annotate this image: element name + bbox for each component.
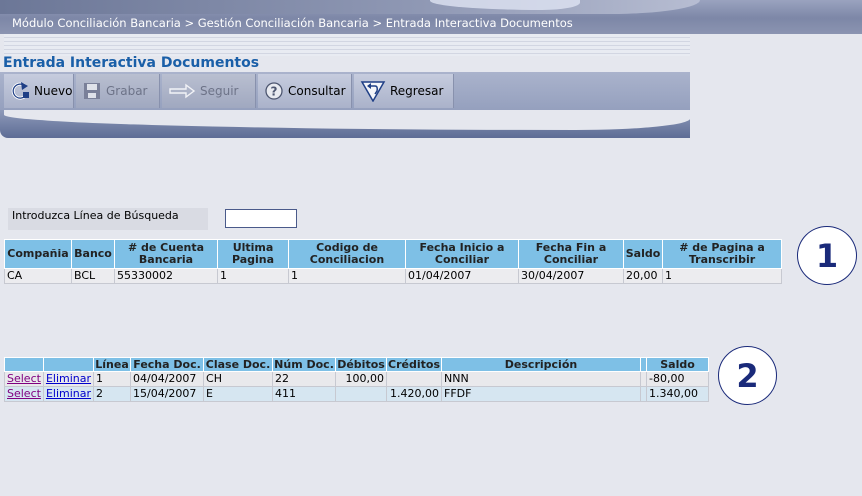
nuevo-button[interactable]: Nuevo — [4, 74, 74, 108]
cell-debitos — [335, 386, 388, 402]
cell-ultima-pagina: 1 — [217, 268, 289, 284]
select-link[interactable]: Select — [7, 372, 41, 385]
table-row: Select Eliminar 1 04/04/2007 CH 22 100,0… — [4, 371, 709, 387]
cell-fecha: 04/04/2007 — [130, 371, 205, 387]
seguir-button[interactable]: Seguir — [162, 74, 256, 108]
documents-table: Línea Fecha Doc. Clase Doc. Núm Doc. Déb… — [4, 357, 709, 402]
cell-compania: CA — [4, 268, 72, 284]
nuevo-label: Nuevo — [34, 84, 73, 98]
cell-saldo: 1.340,00 — [646, 386, 709, 402]
panel-stripes — [4, 34, 690, 56]
regresar-label: Regresar — [390, 84, 444, 98]
col-pagina-transcribir: # de Pagina a Transcribir — [662, 239, 782, 269]
cell-descripcion: FFDF — [441, 386, 642, 402]
cell-clase: E — [203, 386, 274, 402]
table-row: CA BCL 55330002 1 1 01/04/2007 30/04/200… — [4, 268, 782, 284]
cell-descripcion: NNN — [441, 371, 642, 387]
col-linea: Línea — [93, 357, 132, 372]
refresh-icon — [11, 82, 29, 100]
col-eliminar — [42, 357, 95, 372]
col-banco: Banco — [71, 239, 115, 269]
cell-pagina: 1 — [662, 268, 782, 284]
col-creditos: Créditos — [386, 357, 443, 372]
consultar-label: Consultar — [288, 84, 346, 98]
page-header-panel: Entrada Interactiva Documentos Nuevo Gra… — [0, 34, 690, 138]
arrow-right-icon — [169, 83, 196, 99]
col-debitos: Débitos — [335, 357, 388, 372]
cell-fecha-inicio: 01/04/2007 — [405, 268, 519, 284]
cell-saldo: -80,00 — [646, 371, 709, 387]
page-title: Entrada Interactiva Documentos — [3, 55, 260, 71]
header-decoration — [0, 0, 700, 14]
app-header: Módulo Conciliación Bancaria > Gestión C… — [0, 0, 862, 34]
panel-bottom-curve — [0, 110, 690, 138]
cell-saldo: 20,00 — [623, 268, 663, 284]
account-table-header: Compañia Banco # de Cuenta Bancaria Ulti… — [4, 239, 782, 269]
cell-cuenta: 55330002 — [114, 268, 218, 284]
cell-debitos: 100,00 — [335, 371, 388, 387]
search-input[interactable] — [225, 209, 297, 228]
col-fecha-fin: Fecha Fin a Conciliar — [518, 239, 624, 269]
select-link[interactable]: Select — [7, 387, 41, 400]
regresar-button[interactable]: Regresar — [354, 74, 454, 108]
search-label: Introduzca Línea de Búsqueda — [8, 208, 208, 230]
cell-fecha-fin: 30/04/2007 — [518, 268, 624, 284]
cell-banco: BCL — [71, 268, 115, 284]
cell-codigo: 1 — [288, 268, 406, 284]
col-cuenta-bancaria: # de Cuenta Bancaria — [114, 239, 218, 269]
col-fecha-doc: Fecha Doc. — [130, 357, 205, 372]
table-row: Select Eliminar 2 15/04/2007 E 411 1.420… — [4, 386, 709, 402]
col-select — [4, 357, 44, 372]
eliminar-cell: Eliminar — [42, 371, 95, 387]
cell-linea: 1 — [93, 371, 132, 387]
toolbar: Nuevo Grabar Seguir ? Consultar Regresar — [0, 72, 690, 110]
seguir-label: Seguir — [200, 84, 239, 98]
cell-creditos: 1.420,00 — [386, 386, 443, 402]
col-saldo: Saldo — [646, 357, 709, 372]
cell-clase: CH — [203, 371, 274, 387]
col-saldo: Saldo — [623, 239, 663, 269]
eliminar-link[interactable]: Eliminar — [46, 387, 91, 400]
account-table: Compañia Banco # de Cuenta Bancaria Ulti… — [4, 239, 782, 284]
col-codigo-conciliacion: Codigo de Conciliacion — [288, 239, 406, 269]
cell-fecha: 15/04/2007 — [130, 386, 205, 402]
cell-num: 22 — [272, 371, 337, 387]
documents-table-header: Línea Fecha Doc. Clase Doc. Núm Doc. Déb… — [4, 357, 709, 372]
cell-num: 411 — [272, 386, 337, 402]
grabar-button[interactable]: Grabar — [76, 74, 160, 108]
col-ultima-pagina: Ultima Pagina — [217, 239, 289, 269]
breadcrumb: Módulo Conciliación Bancaria > Gestión C… — [12, 16, 573, 30]
help-icon: ? — [265, 82, 283, 100]
cell-linea: 2 — [93, 386, 132, 402]
cell-creditos — [386, 371, 443, 387]
col-num-doc: Núm Doc. — [272, 357, 337, 372]
grabar-label: Grabar — [106, 84, 148, 98]
svg-text:?: ? — [271, 85, 278, 99]
select-cell: Select — [4, 371, 44, 387]
consultar-button[interactable]: ? Consultar — [258, 74, 352, 108]
eliminar-link[interactable]: Eliminar — [46, 372, 91, 385]
annotation-circle-2: 2 — [718, 346, 777, 405]
return-icon — [360, 81, 386, 102]
eliminar-cell: Eliminar — [42, 386, 95, 402]
save-icon — [84, 83, 100, 99]
select-cell: Select — [4, 386, 44, 402]
annotation-circle-1: 1 — [797, 226, 857, 285]
col-clase-doc: Clase Doc. — [203, 357, 274, 372]
col-fecha-inicio: Fecha Inicio a Conciliar — [405, 239, 519, 269]
col-descripcion: Descripción — [441, 357, 642, 372]
col-compania: Compañia — [4, 239, 72, 269]
